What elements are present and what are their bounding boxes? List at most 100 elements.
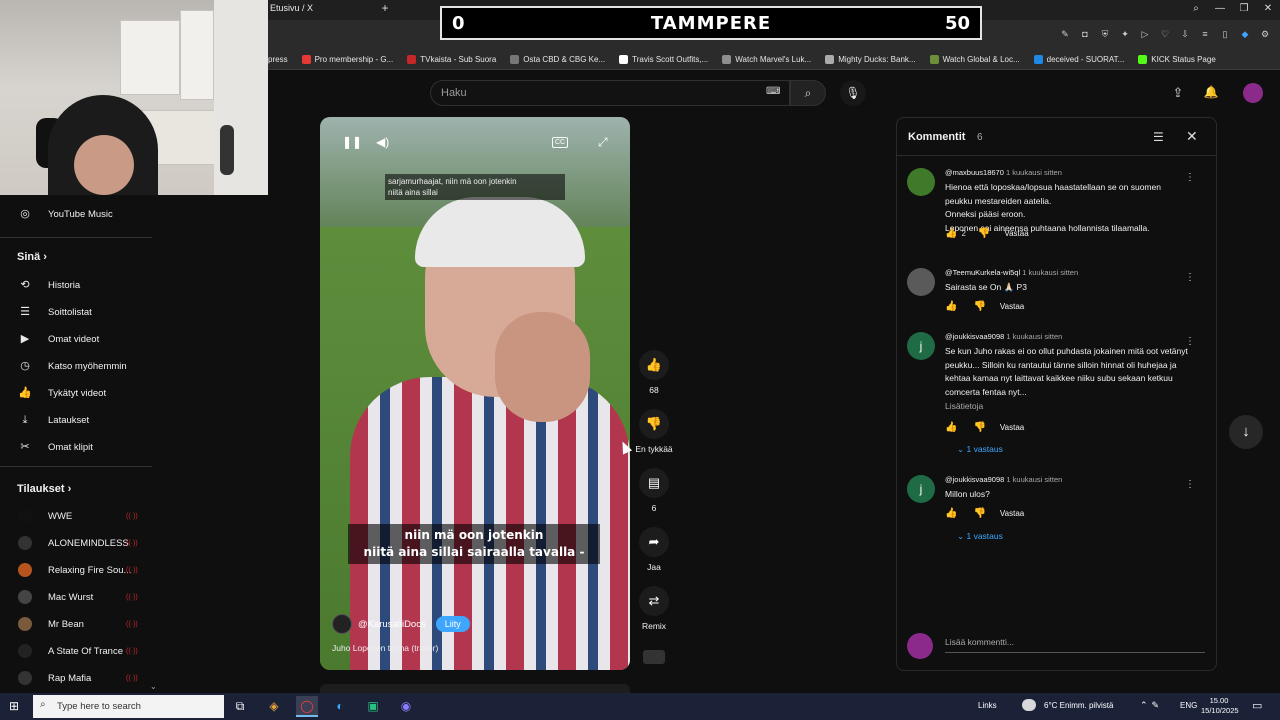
comment-author[interactable]: @joukkisvaa9098 [945,332,1004,341]
close-window-icon[interactable]: ✕ [1256,0,1280,20]
section-subscriptions[interactable]: Tilaukset › [17,483,71,495]
search-tabs-icon[interactable]: ⌕ [1184,0,1208,20]
avatar[interactable] [1243,83,1263,103]
taskbar-links[interactable]: Links [978,701,997,710]
section-sina[interactable]: Sinä › [17,251,47,263]
discord-icon[interactable]: ◉ [395,696,417,717]
more-options-icon[interactable]: ⋮ [1185,172,1195,183]
comment-time[interactable]: 1 kuukausi sitten [1022,268,1078,277]
view-replies-button[interactable]: ⌄ 1 vastaus [957,531,1003,542]
view-replies-button[interactable]: ⌄ 1 vastaus [957,444,1003,455]
like-icon[interactable]: 👍 [945,508,957,519]
bookmark-item[interactable]: Travis Scott Outfits,... [619,55,708,64]
sidebar-item-tykätyt-videot[interactable]: 👍 Tykätyt videot [0,380,160,406]
comment-time[interactable]: 1 kuukausi sitten [1006,168,1062,177]
comment-time[interactable]: 1 kuukausi sitten [1006,332,1062,341]
menu-icon[interactable]: ≡ [1198,27,1212,41]
dislike-icon[interactable]: 👎 [973,301,985,312]
comment-author[interactable]: @TeemuKurkela-wi5ql [945,268,1020,277]
bookmark-item[interactable]: Mighty Ducks: Bank... [825,55,916,64]
comment-author[interactable]: @maxbuus18670 [945,168,1004,177]
language-indicator[interactable]: ENG [1180,701,1197,710]
dislike-icon[interactable]: 👎 [973,422,985,433]
voice-search-button[interactable]: 🎙 [840,80,866,106]
avatar[interactable]: j [907,475,935,503]
volume-icon[interactable]: ◀) [376,135,389,149]
dislike-icon[interactable]: 👎 [973,508,985,519]
subscription-item[interactable]: Relaxing Fire Sou... ((·)) [0,557,160,583]
notification-center-icon[interactable]: ▭ [1252,699,1262,712]
reply-button[interactable]: Vastaa [1000,509,1024,518]
keyboard-icon[interactable]: ⌨ [766,86,780,100]
channel-avatar[interactable] [332,614,352,634]
reply-button[interactable]: Vastaa [1004,229,1028,238]
sound-thumbnail[interactable] [643,650,665,664]
more-options-icon[interactable]: ⋮ [1185,272,1195,283]
share-button[interactable]: ➦ Jaa [636,527,672,572]
like-icon[interactable]: 👍 [945,301,957,312]
pause-icon[interactable]: ❚❚ [342,135,362,149]
like-icon[interactable]: 👍 [945,228,957,239]
app-icon[interactable]: ◈ [263,696,285,717]
subscription-item[interactable]: WWE ((·)) [0,503,160,529]
subscription-item[interactable]: Rap Mafia ((·)) [0,665,160,691]
download-icon[interactable]: ⇩ [1178,27,1192,41]
sidebar-item-youtube-music[interactable]: ◎ YouTube Music [0,201,160,227]
subscription-item[interactable]: A State Of Trance ((·)) [0,638,160,664]
clock[interactable]: 15.00 15/10/2025 [1201,696,1239,716]
search-button[interactable]: ⌕ [790,80,826,106]
next-video-preview[interactable] [320,684,630,693]
bookmark-item[interactable]: Osta CBD & CBG Ke... [510,55,605,64]
dislike-button[interactable]: 👎 En tykkää [626,409,682,454]
search-input[interactable]: Haku [430,80,790,106]
fullscreen-icon[interactable]: ⤢ [598,135,608,150]
app-icon[interactable]: ▣ [362,696,384,717]
taskbar-search-input[interactable]: Type here to search [33,695,224,718]
lock-icon[interactable]: ▯ [1218,27,1232,41]
bookmark-item[interactable]: Watch Marvel's Luk... [722,55,811,64]
opera-gx-icon[interactable]: ◯ [296,696,318,717]
comment-author[interactable]: @joukkisvaa9098 [945,475,1004,484]
notifications-icon[interactable]: 🔔 [1203,85,1219,101]
captions-icon[interactable]: CC [552,137,568,148]
weather-text[interactable]: 6°C Enimm. pilvistä [1044,701,1113,710]
shorts-video-player[interactable]: ❚❚ ◀) CC ⤢ sarjamurhaajat, niin mä oon j… [320,117,630,670]
close-icon[interactable]: ✕ [1186,128,1200,144]
puzzle-icon[interactable]: ✦ [1118,27,1132,41]
sidebar-item-katso-myöhemmin[interactable]: ◷ Katso myöhemmin [0,353,160,379]
avatar[interactable] [907,168,935,196]
avatar[interactable]: j [907,332,935,360]
windows-start-icon[interactable]: ⊞ [6,698,22,714]
more-options-icon[interactable]: ⋮ [1185,479,1195,490]
sidebar-item-omat-klipit[interactable]: ✂ Omat klipit [0,434,160,460]
browser-tab[interactable]: Etusivu / X [268,0,378,20]
bookmark-item[interactable]: Pro membership - G... [301,55,393,64]
vpn-icon[interactable]: ◆ [1238,27,1252,41]
subscription-item[interactable]: ALONEMINDLESS ((·)) [0,530,160,556]
subscription-item[interactable]: Mr Bean ((·)) [0,611,160,637]
dislike-icon[interactable]: 👎 [978,228,990,239]
like-icon[interactable]: 👍 [945,422,957,433]
bookmark-item[interactable]: KICK Status Page [1138,55,1216,64]
settings-icon[interactable]: ⚙ [1258,27,1272,41]
reply-button[interactable]: Vastaa [1000,302,1024,311]
comment-time[interactable]: 1 kuukausi sitten [1006,475,1062,484]
reply-button[interactable]: Vastaa [1000,423,1024,432]
channel-name[interactable]: @KarusalliDocs [358,619,426,630]
scroll-down-button[interactable]: ↓ [1229,415,1263,449]
more-options-icon[interactable]: ⋮ [1185,336,1195,347]
edge-icon[interactable]: ◐ [329,696,351,717]
play-icon[interactable]: ▷ [1138,27,1152,41]
heart-icon[interactable]: ♡ [1158,27,1172,41]
join-button[interactable]: Liity [435,616,470,632]
sidebar-item-omat-videot[interactable]: ▶ Omat videot [0,326,160,352]
avatar[interactable] [907,268,935,296]
shield-icon[interactable]: ⛨ [1098,27,1112,41]
remix-button[interactable]: ⇄ Remix [636,586,672,631]
sort-icon[interactable]: ☰ [1153,130,1167,144]
create-icon[interactable]: ⇪ [1170,85,1186,101]
sidebar-item-historia[interactable]: ⟲ Historia [0,272,160,298]
system-tray-icons[interactable]: ⌃✎ [1140,700,1163,711]
bookmark-item[interactable]: TVkaista - Sub Suora [407,55,496,64]
edit-icon[interactable]: ✎ [1058,27,1072,41]
